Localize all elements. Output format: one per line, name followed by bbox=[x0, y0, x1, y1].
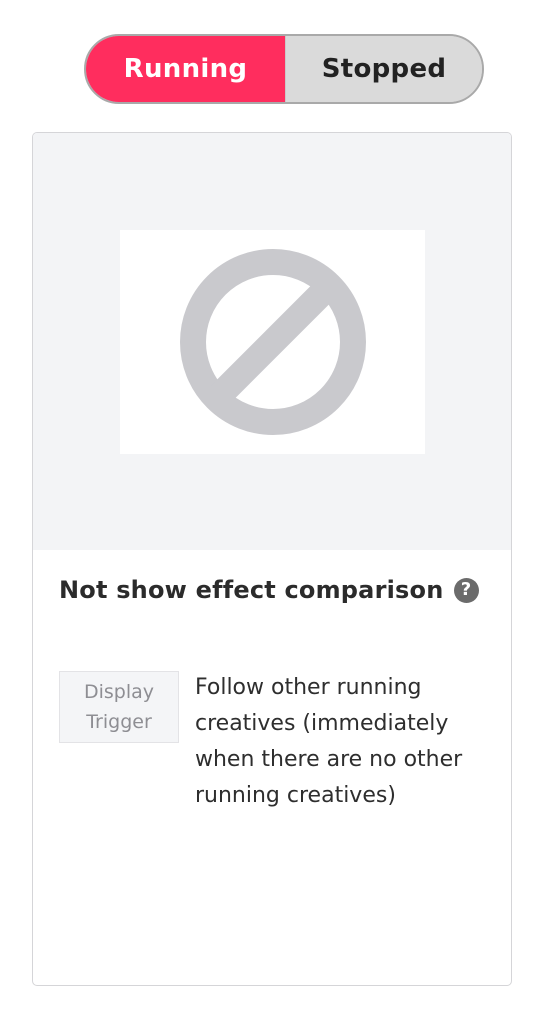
effect-comparison-row: Not show effect comparison ? bbox=[59, 576, 479, 604]
help-glyph: ? bbox=[460, 579, 472, 600]
no-image-prohibited-icon bbox=[179, 249, 366, 435]
effect-comparison-title: Not show effect comparison bbox=[59, 576, 444, 604]
running-toggle-button[interactable]: Running bbox=[86, 36, 286, 102]
display-trigger-badge: Display Trigger bbox=[59, 671, 179, 743]
trigger-badge-line2: Trigger bbox=[86, 711, 152, 733]
status-toggle: Running Stopped bbox=[84, 34, 484, 104]
stopped-toggle-button[interactable]: Stopped bbox=[286, 36, 482, 102]
creative-preview bbox=[33, 133, 511, 550]
question-circle-icon[interactable]: ? bbox=[453, 577, 479, 603]
stopped-label: Stopped bbox=[321, 54, 447, 84]
trigger-badge-line1: Display bbox=[83, 681, 155, 703]
display-trigger-description: Follow other running creatives (immediat… bbox=[195, 675, 463, 808]
running-label: Running bbox=[123, 54, 248, 84]
preview-image-frame bbox=[120, 230, 425, 454]
creative-card: Not show effect comparison ? Display Tri… bbox=[32, 132, 512, 986]
